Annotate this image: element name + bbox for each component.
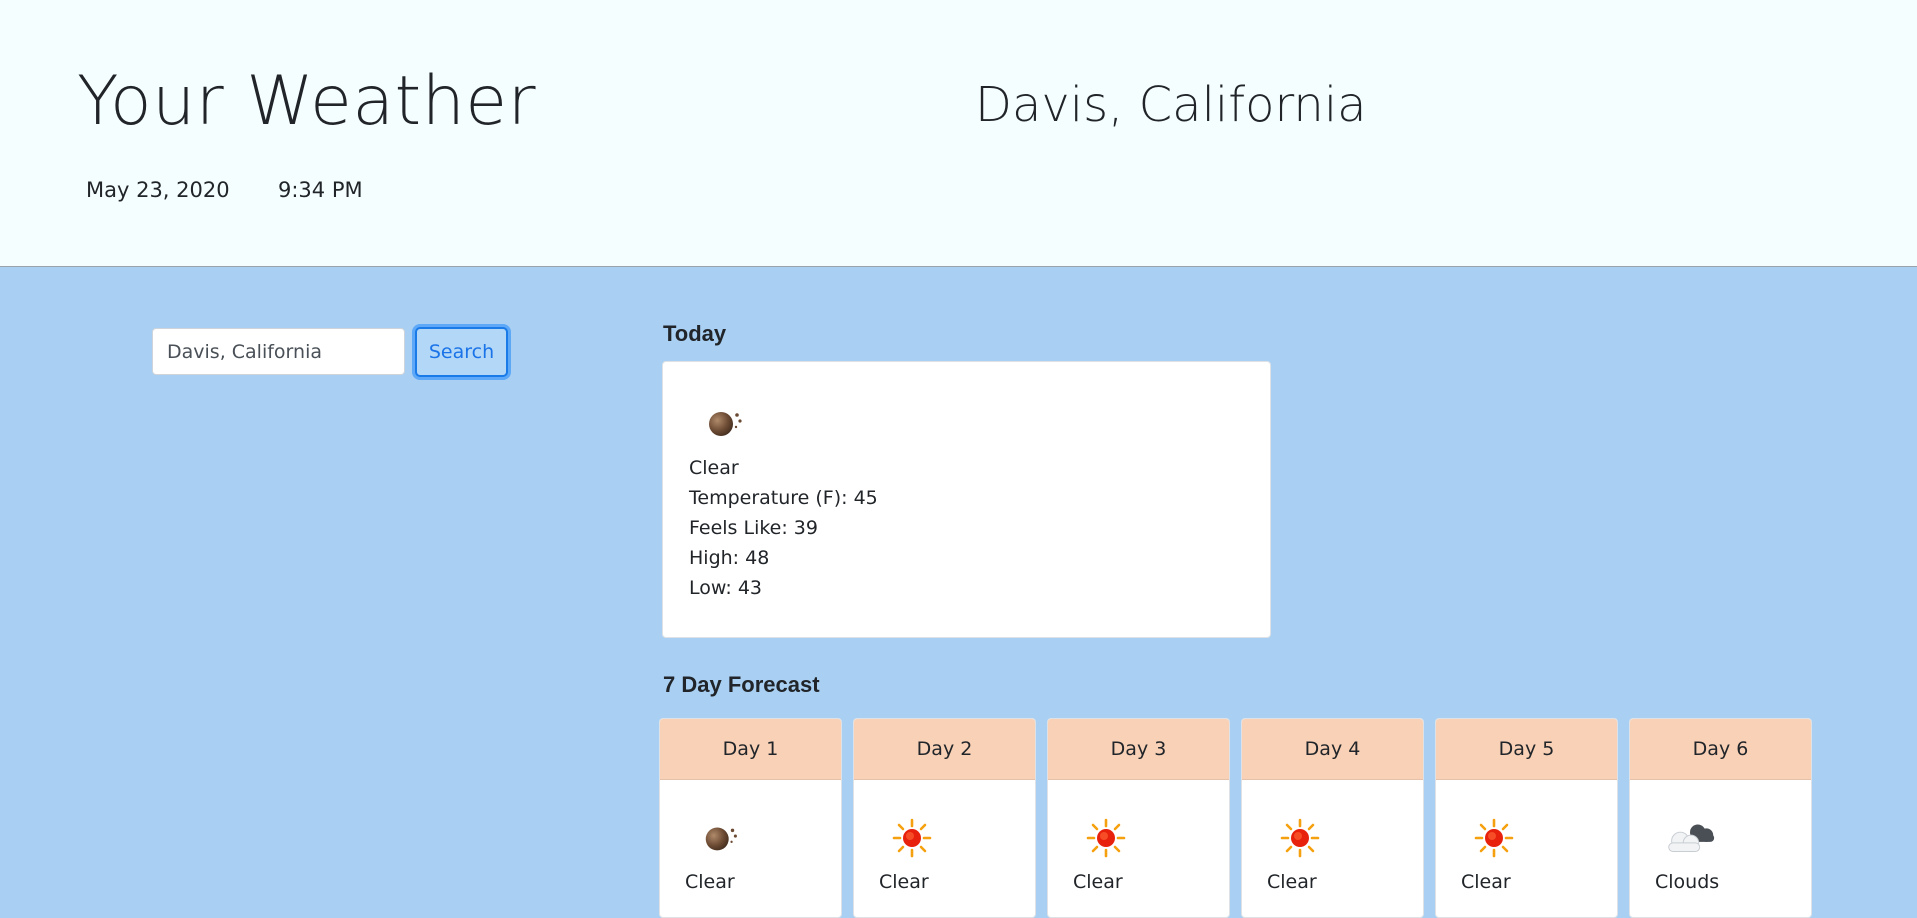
today-heading: Today	[663, 321, 727, 346]
search-input[interactable]	[152, 328, 405, 375]
forecast-day-card: Day 1 Clear	[659, 718, 842, 918]
forecast-day-condition: Clear	[1267, 871, 1317, 893]
forecast-day-card: Day 6 Clouds	[1629, 718, 1812, 918]
forecast-day-label: Day 2	[854, 719, 1035, 780]
page-title: Your Weather	[77, 62, 537, 141]
today-details: Clear Temperature (F): 45 Feels Like: 39…	[689, 453, 878, 603]
forecast-day-card: Day 4 Clear	[1241, 718, 1424, 918]
forecast-day-card: Day 5 Clear	[1435, 718, 1618, 918]
today-low: Low: 43	[689, 577, 762, 599]
forecast-day-card: Day 3 Clear	[1047, 718, 1230, 918]
moon-icon	[703, 400, 749, 446]
forecast-day-label: Day 3	[1048, 719, 1229, 780]
forecast-day-condition: Clear	[1073, 871, 1123, 893]
forecast-day-card: Day 2 Clear	[853, 718, 1036, 918]
moon-icon	[700, 816, 744, 860]
header: Your Weather Davis, California May 23, 2…	[0, 0, 1917, 267]
today-temperature: Temperature (F): 45	[689, 487, 878, 509]
forecast-day-label: Day 5	[1436, 719, 1617, 780]
sun-icon	[1278, 816, 1322, 860]
today-condition: Clear	[689, 457, 739, 479]
sun-icon	[890, 816, 934, 860]
forecast-day-label: Day 6	[1630, 719, 1811, 780]
sun-icon	[1084, 816, 1128, 860]
forecast-day-label: Day 1	[660, 719, 841, 780]
today-card: Clear Temperature (F): 45 Feels Like: 39…	[662, 361, 1271, 638]
search-button[interactable]: Search	[415, 327, 508, 377]
forecast-day-condition: Clear	[1461, 871, 1511, 893]
location-title: Davis, California	[975, 77, 1367, 133]
forecast-heading: 7 Day Forecast	[663, 672, 820, 697]
forecast-day-condition: Clouds	[1655, 871, 1720, 893]
today-high: High: 48	[689, 547, 770, 569]
forecast-day-label: Day 4	[1242, 719, 1423, 780]
current-date: May 23, 2020	[86, 178, 230, 202]
current-time: 9:34 PM	[278, 178, 363, 202]
forecast-day-condition: Clear	[879, 871, 929, 893]
forecast-day-condition: Clear	[685, 871, 735, 893]
today-feels-like: Feels Like: 39	[689, 517, 818, 539]
sun-icon	[1472, 816, 1516, 860]
clouds-icon	[1661, 816, 1719, 860]
